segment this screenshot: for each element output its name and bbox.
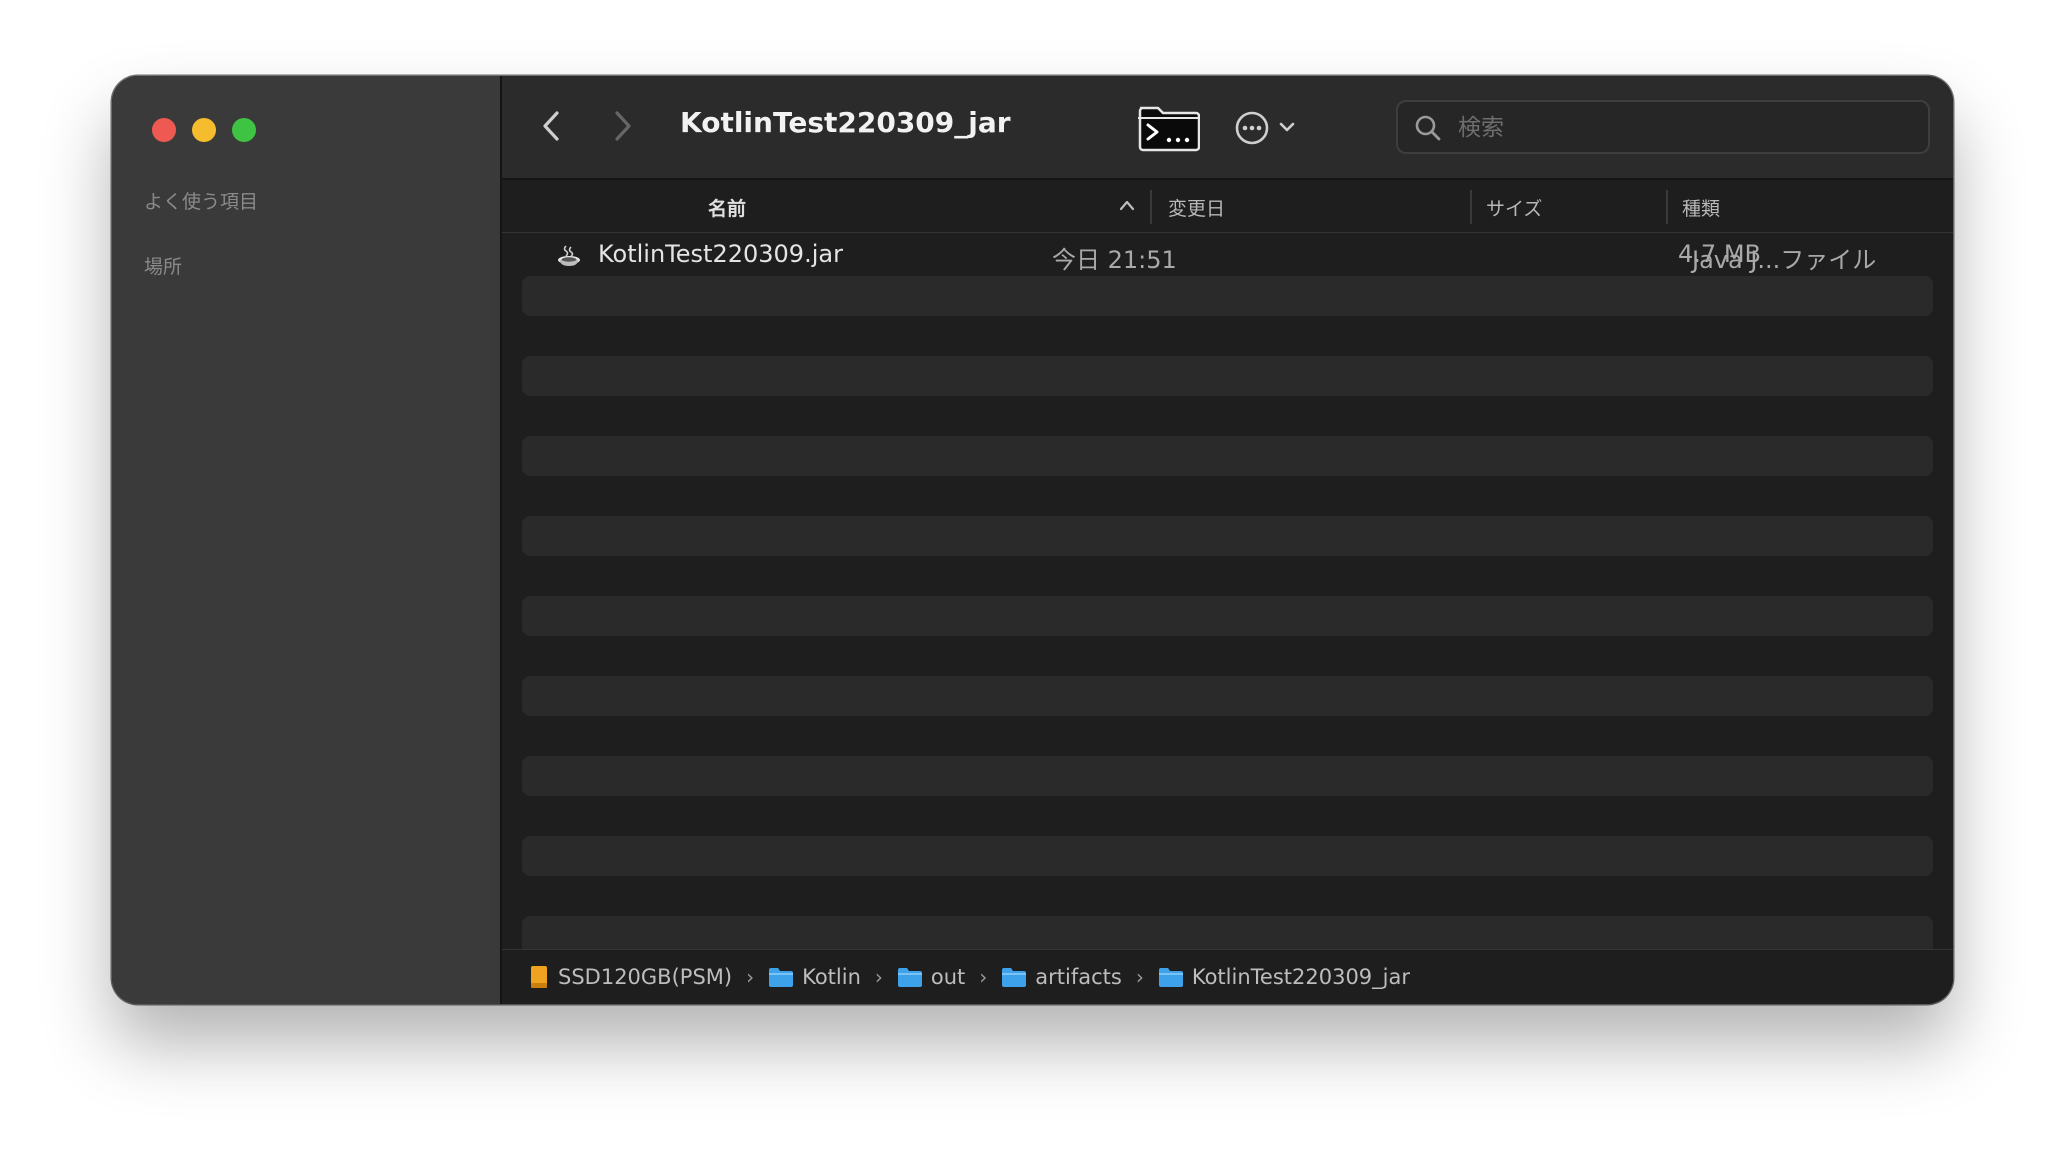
folder-icon — [1158, 968, 1183, 987]
folder-icon — [1002, 968, 1027, 987]
path-item-folder[interactable]: artifacts — [1001, 965, 1122, 989]
forward-button[interactable] — [602, 106, 642, 146]
empty-row — [522, 316, 1933, 356]
window-title: KotlinTest220309_jar — [680, 106, 1011, 139]
column-size[interactable]: サイズ — [1486, 194, 1542, 221]
empty-row — [522, 796, 1933, 836]
maximize-button[interactable] — [232, 118, 256, 142]
sidebar-heading-locations[interactable]: 場所 — [144, 252, 182, 279]
file-row[interactable]: KotlinTest220309.jar 今日 21:51 4.7 MB Jav… — [522, 236, 1933, 276]
toolbar: KotlinTest220309_jar — [502, 76, 1953, 180]
finder-window: よく使う項目 場所 KotlinTest220309_jar 検索 名前 変更日… — [112, 76, 1953, 1004]
path-bar: SSD120GB(PSM) › Kotlin › out › artifacts… — [502, 949, 1953, 1004]
chevron-right-icon — [615, 111, 631, 141]
back-button[interactable] — [532, 106, 572, 146]
path-item-drive[interactable]: SSD120GB(PSM) — [528, 964, 732, 990]
folder-icon — [897, 968, 922, 987]
empty-row — [522, 556, 1933, 596]
path-item-folder[interactable]: KotlinTest220309_jar — [1158, 965, 1410, 989]
file-name: KotlinTest220309.jar — [598, 240, 843, 268]
empty-row — [522, 716, 1933, 756]
path-item-label: Kotlin — [802, 965, 861, 989]
folder-icon — [769, 968, 794, 987]
chevron-left-icon — [543, 111, 559, 141]
file-kind: Java J...ファイル — [1692, 246, 1877, 274]
sidebar-heading-favorites[interactable]: よく使う項目 — [144, 187, 258, 214]
empty-row — [522, 756, 1933, 796]
empty-row — [522, 836, 1933, 876]
chevron-right-icon: › — [1135, 965, 1144, 989]
chevron-right-icon: › — [979, 965, 988, 989]
more-actions-button[interactable] — [1232, 108, 1308, 148]
close-button[interactable] — [152, 118, 176, 142]
column-modified[interactable]: 変更日 — [1168, 194, 1225, 221]
path-item-label: KotlinTest220309_jar — [1191, 965, 1411, 989]
chevron-right-icon: › — [746, 965, 755, 989]
sidebar: よく使う項目 場所 — [112, 76, 502, 1004]
empty-row — [522, 436, 1933, 476]
chevron-right-icon: › — [874, 965, 883, 989]
column-divider[interactable] — [1150, 190, 1152, 224]
java-cup-icon — [558, 245, 580, 266]
column-divider[interactable] — [1666, 190, 1668, 224]
empty-row — [522, 356, 1933, 396]
empty-row — [522, 476, 1933, 516]
path-item-folder[interactable]: Kotlin — [768, 965, 861, 989]
main-pane: KotlinTest220309_jar 検索 名前 変更日 サイズ 種類 Ko… — [502, 76, 1953, 1004]
search-field[interactable] — [1396, 100, 1930, 154]
minimize-button[interactable] — [192, 118, 216, 142]
terminal-icon — [1138, 106, 1201, 152]
empty-row — [522, 396, 1933, 436]
sort-ascending-icon[interactable] — [1118, 198, 1136, 212]
empty-row — [522, 276, 1933, 316]
search-icon — [1415, 115, 1441, 141]
path-item-label: SSD120GB(PSM) — [558, 965, 733, 989]
empty-row — [522, 876, 1933, 916]
path-item-folder[interactable]: out — [897, 965, 965, 989]
file-modified: 今日 21:51 — [1052, 246, 1177, 274]
empty-row — [522, 596, 1933, 636]
drive-icon — [531, 966, 547, 988]
empty-row — [522, 516, 1933, 556]
search-input[interactable] — [1456, 112, 1900, 144]
open-terminal-button[interactable] — [1136, 102, 1201, 152]
column-kind[interactable]: 種類 — [1682, 194, 1720, 221]
column-name[interactable]: 名前 — [708, 194, 746, 221]
column-header: 名前 変更日 サイズ 種類 — [502, 180, 1953, 233]
column-divider[interactable] — [1470, 190, 1472, 224]
path-item-label: artifacts — [1035, 965, 1122, 989]
path-item-label: out — [930, 965, 966, 989]
empty-row — [522, 676, 1933, 716]
ellipsis-circle-icon — [1235, 111, 1295, 145]
empty-row — [522, 636, 1933, 676]
